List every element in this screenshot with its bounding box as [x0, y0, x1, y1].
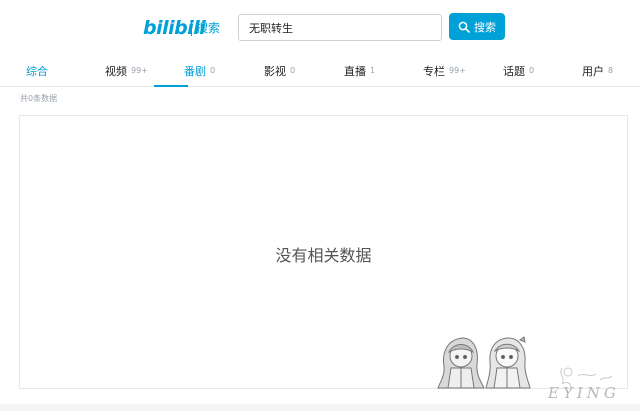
- tab-live[interactable]: 直播 1: [344, 54, 375, 87]
- tab-movie[interactable]: 影视 0: [264, 54, 295, 87]
- tab-count: 0: [210, 66, 216, 75]
- tab-label: 影视: [264, 64, 286, 78]
- search-results-page: bilibili 搜索 搜索 综合 视频 99+ 番剧 0 影视 0: [0, 0, 640, 411]
- search-button-label: 搜索: [474, 20, 496, 34]
- tab-label: 视频: [105, 64, 127, 78]
- tab-count: 1: [370, 66, 376, 75]
- tab-article[interactable]: 专栏 99+: [423, 54, 466, 87]
- tab-user[interactable]: 用户 8: [582, 54, 613, 87]
- tab-label: 话题: [503, 64, 525, 78]
- header: bilibili 搜索 搜索: [0, 0, 640, 54]
- search-input[interactable]: [249, 15, 441, 40]
- tab-label: 专栏: [423, 64, 445, 78]
- footer-strip: [0, 404, 640, 411]
- category-tabs: 综合 视频 99+ 番剧 0 影视 0 直播 1 专栏 99+ 话题 0 用户 …: [0, 54, 640, 87]
- tab-video[interactable]: 视频 99+: [105, 54, 148, 87]
- empty-message: 没有相关数据: [275, 246, 372, 265]
- logo-divider: [191, 21, 192, 36]
- tab-label: 番剧: [184, 64, 206, 78]
- tab-count: 8: [608, 66, 614, 75]
- search-button[interactable]: 搜索: [449, 13, 505, 40]
- tab-count: 99+: [449, 66, 466, 75]
- tab-all[interactable]: 综合: [26, 54, 48, 87]
- tab-bangumi[interactable]: 番剧 0: [184, 54, 215, 87]
- logo-search-label: 搜索: [196, 21, 221, 35]
- search-box[interactable]: [238, 14, 442, 41]
- tab-label: 用户: [582, 64, 604, 78]
- active-tab-indicator: [154, 85, 188, 87]
- mascot-illustration: [437, 336, 531, 389]
- search-icon: [458, 21, 470, 33]
- results-panel: 没有相关数据: [19, 115, 628, 389]
- result-count: 共0条数据: [20, 94, 58, 103]
- tab-count: 0: [529, 66, 535, 75]
- tab-label: 直播: [344, 64, 366, 78]
- tab-count: 0: [290, 66, 296, 75]
- tab-label: 综合: [26, 64, 48, 78]
- watermark-text: EYING: [548, 384, 620, 402]
- tab-count: 99+: [131, 66, 148, 75]
- tab-topic[interactable]: 话题 0: [503, 54, 534, 87]
